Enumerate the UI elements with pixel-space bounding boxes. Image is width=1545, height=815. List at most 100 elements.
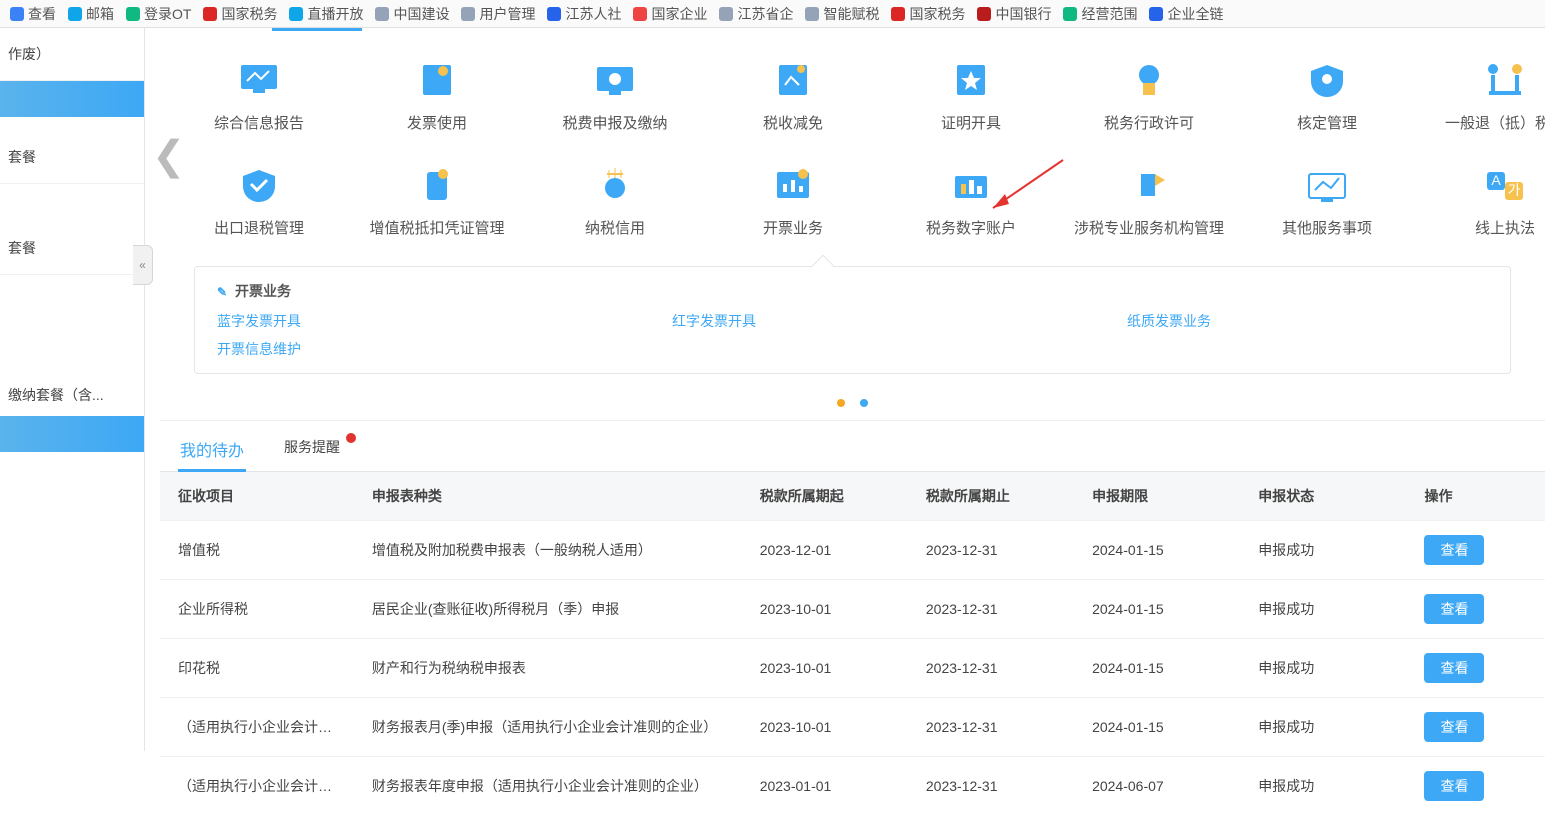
carousel-prev[interactable]: ❮ [152,133,186,179]
table-cell-action: 查看 [1406,521,1545,580]
table-cell: 居民企业(查账征收)所得税月（季）申报 [354,580,742,639]
bookmark-label: 中国银行 [995,4,1051,24]
view-button[interactable]: 查看 [1424,653,1484,683]
todo-tabs: 我的待办 服务提醒 [160,421,1545,472]
table-cell: （适用执行小企业会计准则... [160,757,354,815]
module-label: 综合信息报告 [170,112,348,133]
bookmark-label: 查看 [28,4,56,24]
module-label: 证明开具 [882,112,1060,133]
bookmark-item[interactable]: 国家税务 [197,4,283,24]
bookmark-item[interactable]: 用户管理 [455,4,541,24]
bookmark-favicon [891,7,905,21]
bookmark-favicon [375,7,389,21]
module-发票使用[interactable]: 发票使用 [348,62,526,133]
tab-my-todo[interactable]: 我的待办 [178,431,246,471]
module-一般退（抵）税管[interactable]: 一般退（抵）税管 [1416,62,1545,133]
table-cell-action: 查看 [1406,698,1545,757]
view-button[interactable]: 查看 [1424,594,1484,624]
module-其他服务事项[interactable]: 其他服务事项 [1238,167,1416,238]
main-content: ❮ 综合信息报告发票使用税费申报及缴纳税收减免证明开具税务行政许可核定管理一般退… [160,28,1545,751]
tab-service-reminder[interactable]: 服务提醒 [282,431,342,471]
table-cell: 2023-12-31 [908,580,1074,639]
module-label: 增值税抵扣凭证管理 [348,217,526,238]
edit-icon: ✎ [217,285,227,299]
table-cell: 财务报表月(季)申报（适用执行小企业会计准则的企业） [354,698,742,757]
bookmark-label: 江苏省企 [737,4,793,24]
bookmark-favicon [68,7,82,21]
view-button[interactable]: 查看 [1424,535,1484,565]
sidebar-item[interactable]: 套餐 [0,184,144,275]
bookmark-favicon [203,7,217,21]
bookmark-item[interactable]: 国家企业 [627,4,713,24]
module-增值税抵扣凭证管理[interactable]: 增值税抵扣凭证管理 [348,167,526,238]
table-row: 印花税财产和行为税纳税申报表2023-10-012023-12-312024-0… [160,639,1545,698]
module-线上执法[interactable]: A가线上执法 [1416,167,1545,238]
table-cell: 2023-12-31 [908,639,1074,698]
bookmark-item[interactable]: 智能赋税 [799,4,885,24]
sidebar-hilite[interactable] [0,81,144,117]
module-label: 出口退税管理 [170,217,348,238]
sidebar-collapse[interactable]: « [133,245,153,285]
carousel-dot[interactable] [860,399,868,407]
bookmark-item[interactable]: 国家税务 [885,4,971,24]
module-税费申报及缴纳[interactable]: 税费申报及缴纳 [526,62,704,133]
bookmark-item[interactable]: 邮箱 [62,4,120,24]
bookmark-item[interactable]: 经营范围 [1057,4,1143,24]
sidebar-item[interactable]: 作废） [0,28,144,81]
module-证明开具[interactable]: 证明开具 [882,62,1060,133]
module-开票业务[interactable]: 开票业务 [704,167,882,238]
bookmark-favicon [126,7,140,21]
table-cell: 财务报表年度申报（适用执行小企业会计准则的企业） [354,757,742,815]
module-label: 发票使用 [348,112,526,133]
module-icon [769,167,817,203]
bookmark-label: 中国建设 [393,4,449,24]
table-cell: 申报成功 [1240,639,1406,698]
sidebar-item[interactable]: 套餐 [0,117,144,184]
bookmark-label: 国家税务 [221,4,277,24]
table-cell: 2024-06-07 [1074,757,1240,815]
bookmark-favicon [289,7,303,21]
bookmark-label: 国家税务 [909,4,965,24]
bookmark-favicon [719,7,733,21]
bookmark-favicon [547,7,561,21]
bookmark-item[interactable]: 登录OT [120,4,197,24]
module-税收减免[interactable]: 税收减免 [704,62,882,133]
module-icon [947,62,995,98]
module-icon [235,167,283,203]
table-cell: 财产和行为税纳税申报表 [354,639,742,698]
module-核定管理[interactable]: 核定管理 [1238,62,1416,133]
bookmark-item[interactable]: 中国建设 [369,4,455,24]
table-cell: 2023-12-01 [742,521,908,580]
table-cell-action: 查看 [1406,580,1545,639]
module-出口退税管理[interactable]: 出口退税管理 [170,167,348,238]
sublink-blue-invoice[interactable]: 蓝字发票开具 [217,311,672,331]
bookmark-favicon [633,7,647,21]
sidebar-item[interactable]: 缴纳套餐（含... [0,275,144,422]
bookmark-label: 企业全链 [1167,4,1223,24]
bookmark-item[interactable]: 查看 [4,4,62,24]
module-icon [591,62,639,98]
sublink-red-invoice[interactable]: 红字发票开具 [672,311,1127,331]
todo-table: 征收项目申报表种类税款所属期起税款所属期止申报期限申报状态操作 增值税增值税及附… [160,472,1545,815]
bookmark-item[interactable]: 企业全链 [1143,4,1229,24]
bookmark-item[interactable]: 江苏人社 [541,4,627,24]
bookmark-item[interactable]: 直播开放 [283,4,369,24]
table-cell: 2023-10-01 [742,580,908,639]
bookmark-item[interactable]: 中国银行 [971,4,1057,24]
module-综合信息报告[interactable]: 综合信息报告 [170,62,348,133]
module-纳税信用[interactable]: 纳税信用 [526,167,704,238]
sublink-invoice-info[interactable]: 开票信息维护 [217,339,672,359]
module-涉税专业服务机构管理[interactable]: 涉税专业服务机构管理 [1060,167,1238,238]
table-cell: 2024-01-15 [1074,639,1240,698]
view-button[interactable]: 查看 [1424,712,1484,742]
module-税务行政许可[interactable]: 税务行政许可 [1060,62,1238,133]
table-row: （适用执行小企业会计准则...财务报表年度申报（适用执行小企业会计准则的企业）2… [160,757,1545,815]
table-cell: 2023-01-01 [742,757,908,815]
sidebar-hilite[interactable] [0,416,144,452]
view-button[interactable]: 查看 [1424,771,1484,801]
sublink-paper-invoice[interactable]: 纸质发票业务 [1127,311,1545,331]
bookmark-item[interactable]: 江苏省企 [713,4,799,24]
table-cell: 申报成功 [1240,757,1406,815]
carousel-dot[interactable] [837,399,845,407]
sublinks-title: ✎ 开票业务 [217,281,1488,301]
